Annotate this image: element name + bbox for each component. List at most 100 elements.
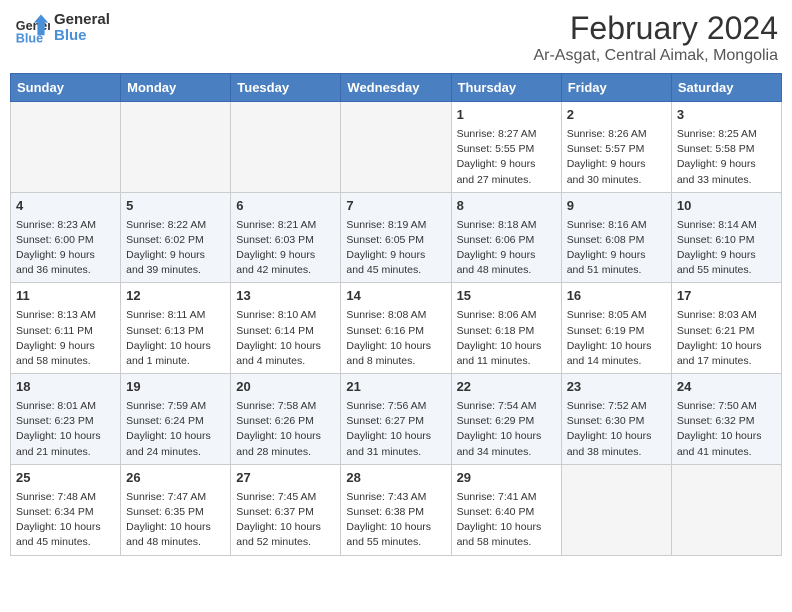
day-info: Sunrise: 8:14 AM — [677, 218, 776, 233]
calendar-cell — [231, 102, 341, 193]
calendar-cell: 4Sunrise: 8:23 AMSunset: 6:00 PMDaylight… — [11, 192, 121, 283]
day-number: 21 — [346, 378, 445, 397]
day-info: Sunrise: 8:05 AM — [567, 308, 666, 323]
calendar-cell: 29Sunrise: 7:41 AMSunset: 6:40 PMDayligh… — [451, 464, 561, 555]
calendar-cell: 20 Sunrise: 7:58 AMSunset: 6:26 PMDayligh… — [231, 374, 341, 465]
day-info: Sunset: 6:16 PM — [346, 324, 445, 339]
day-info: Sunset: 6:02 PM — [126, 233, 225, 248]
day-number: 2 — [567, 106, 666, 125]
day-number: 17 — [677, 287, 776, 306]
day-info: Daylight: 9 hours and 39 minutes. — [126, 248, 225, 278]
calendar-cell: 28Sunrise: 7:43 AMSunset: 6:38 PMDayligh… — [341, 464, 451, 555]
calendar-cell: 6Sunrise: 8:21 AMSunset: 6:03 PMDaylight… — [231, 192, 341, 283]
logo-general: General — [54, 12, 110, 29]
calendar-cell: 22Sunrise: 7:54 AMSunset: 6:29 PMDayligh… — [451, 374, 561, 465]
day-info: Sunset: 6:26 PM — [236, 414, 335, 429]
day-info: Daylight: 9 hours and 27 minutes. — [457, 157, 556, 187]
day-info: Sunrise: 8:19 AM — [346, 218, 445, 233]
day-info: Sunset: 6:14 PM — [236, 324, 335, 339]
day-info: Sunrise: 8:11 AM — [126, 308, 225, 323]
day-number: 5 — [126, 197, 225, 216]
col-header-monday: Monday — [121, 74, 231, 102]
calendar-cell — [341, 102, 451, 193]
title-block: February 2024 Ar-Asgat, Central Aimak, M… — [533, 10, 778, 65]
day-info: Daylight: 10 hours and 58 minutes. — [457, 520, 556, 550]
day-info: Daylight: 10 hours and 48 minutes. — [126, 520, 225, 550]
day-number: 25 — [16, 469, 115, 488]
calendar-week-row: 4 Sunrise: 8:23 AMSunset: 6:00 PM Daylight… — [11, 192, 782, 283]
calendar-cell: 11Sunrise: 8:13 AMSunset: 6:11 PMDayligh… — [11, 283, 121, 374]
day-info: Daylight: 9 hours and 33 minutes. — [677, 157, 776, 187]
col-header-sunday: Sunday — [11, 74, 121, 102]
day-number: 24 — [677, 378, 776, 397]
day-info: Sunset: 6:32 PM — [677, 414, 776, 429]
day-info: Sunset: 6:03 PM — [236, 233, 335, 248]
day-number: 6 — [236, 197, 335, 216]
day-info: Sunset: 6:21 PM — [677, 324, 776, 339]
day-number: 20 — [236, 378, 335, 397]
day-number: 8 — [457, 197, 556, 216]
day-info: Sunrise: 8:08 AM — [346, 308, 445, 323]
day-info: Daylight: 9 hours and 48 minutes. — [457, 248, 556, 278]
day-info: Sunrise: 7:48 AM — [16, 490, 115, 505]
day-number: 12 — [126, 287, 225, 306]
day-info: Sunrise: 8:06 AM — [457, 308, 556, 323]
day-info: Daylight: 10 hours and 8 minutes. — [346, 339, 445, 369]
calendar-week-row: 11Sunrise: 8:13 AMSunset: 6:11 PMDayligh… — [11, 283, 782, 374]
day-number: 4 — [16, 197, 115, 216]
day-info: Sunrise: 7:43 AM — [346, 490, 445, 505]
calendar-cell — [121, 102, 231, 193]
calendar-cell — [561, 464, 671, 555]
day-info: Sunset: 6:34 PM — [16, 505, 115, 520]
day-info: Daylight: 10 hours and 38 minutes. — [567, 429, 666, 459]
day-info: Daylight: 9 hours and 42 minutes. — [236, 248, 335, 278]
day-number: 19 — [126, 378, 225, 397]
col-header-friday: Friday — [561, 74, 671, 102]
day-number: 10 — [677, 197, 776, 216]
day-number: 22 — [457, 378, 556, 397]
day-info: Sunset: 6:00 PM — [16, 233, 115, 248]
day-info: Daylight: 10 hours and 45 minutes. — [16, 520, 115, 550]
day-number: 23 — [567, 378, 666, 397]
day-info: Sunrise: 8:03 AM — [677, 308, 776, 323]
day-number: 11 — [16, 287, 115, 306]
day-number: 16 — [567, 287, 666, 306]
day-number: 7 — [346, 197, 445, 216]
calendar-cell: 10Sunrise: 8:14 AMSunset: 6:10 PMDayligh… — [671, 192, 781, 283]
day-info: Sunset: 6:30 PM — [567, 414, 666, 429]
day-info: Sunset: 6:08 PM — [567, 233, 666, 248]
col-header-wednesday: Wednesday — [341, 74, 451, 102]
calendar-cell: 27Sunrise: 7:45 AMSunset: 6:37 PMDayligh… — [231, 464, 341, 555]
day-info: Daylight: 10 hours and 28 minutes. — [236, 429, 335, 459]
calendar-cell: 8Sunrise: 8:18 AMSunset: 6:06 PMDaylight… — [451, 192, 561, 283]
day-number: 3 — [677, 106, 776, 125]
calendar-cell: 2Sunrise: 8:26 AMSunset: 5:57 PMDaylight… — [561, 102, 671, 193]
calendar-cell: 18Sunrise: 8:01 AMSunset: 6:23 PMDayligh… — [11, 374, 121, 465]
logo-blue: Blue — [54, 28, 110, 45]
day-info: Sunrise: 8:18 AM — [457, 218, 556, 233]
day-number: 14 — [346, 287, 445, 306]
day-info: Sunset: 6:19 PM — [567, 324, 666, 339]
day-info: Sunset: 6:10 PM — [677, 233, 776, 248]
calendar-cell: 21Sunrise: 7:56 AMSunset: 6:27 PMDayligh… — [341, 374, 451, 465]
calendar-cell: 7Sunrise: 8:19 AMSunset: 6:05 PMDaylight… — [341, 192, 451, 283]
day-number: 18 — [16, 378, 115, 397]
day-info: Sunrise: 7:58 AM — [236, 399, 335, 414]
day-info: Daylight: 10 hours and 1 minute. — [126, 339, 225, 369]
day-info: Sunrise: 7:56 AM — [346, 399, 445, 414]
calendar-cell: 14 Sunrise: 8:08 AMSunset: 6:16 PMDayligh… — [341, 283, 451, 374]
day-info: Sunrise: 8:26 AM — [567, 127, 666, 142]
logo: General Blue General Blue — [14, 10, 110, 46]
day-info: Sunrise: 8:23 AM — [16, 218, 115, 233]
day-info: Daylight: 10 hours and 52 minutes. — [236, 520, 335, 550]
calendar-cell: 12Sunrise: 8:11 AMSunset: 6:13 PMDayligh… — [121, 283, 231, 374]
day-number: 28 — [346, 469, 445, 488]
day-number: 29 — [457, 469, 556, 488]
calendar-cell: 9Sunrise: 8:16 AMSunset: 6:08 PMDaylight… — [561, 192, 671, 283]
day-info: Sunrise: 7:41 AM — [457, 490, 556, 505]
day-number: 13 — [236, 287, 335, 306]
calendar-cell: 17Sunrise: 8:03 AMSunset: 6:21 PMDayligh… — [671, 283, 781, 374]
day-info: Sunrise: 7:50 AM — [677, 399, 776, 414]
calendar-cell: 1Sunrise: 8:27 AMSunset: 5:55 PMDaylight… — [451, 102, 561, 193]
day-info: Sunset: 6:29 PM — [457, 414, 556, 429]
